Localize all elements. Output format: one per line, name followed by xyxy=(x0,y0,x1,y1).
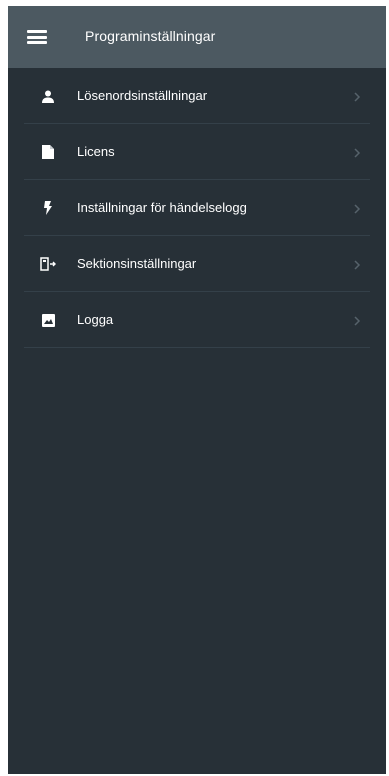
person-icon xyxy=(40,88,56,104)
app-bar: Programinställningar xyxy=(8,6,386,68)
settings-item-license[interactable]: Licens xyxy=(24,124,370,180)
settings-list: Lösenordsinställningar Licens Inställnin… xyxy=(8,68,386,348)
chevron-right-icon xyxy=(352,258,362,270)
chevron-right-icon xyxy=(352,314,362,326)
chevron-right-icon xyxy=(352,202,362,214)
menu-button[interactable] xyxy=(8,6,68,68)
settings-item-password[interactable]: Lösenordsinställningar xyxy=(24,68,370,124)
settings-screen: Programinställningar Lösenordsinställnin… xyxy=(8,6,386,774)
settings-item-label: Logga xyxy=(77,312,114,327)
page-title: Programinställningar xyxy=(85,28,216,44)
chevron-right-icon xyxy=(352,90,362,102)
exit-door-icon xyxy=(40,256,56,272)
settings-item-session[interactable]: Sektionsinställningar xyxy=(24,236,370,292)
settings-item-label: Lösenordsinställningar xyxy=(77,88,208,103)
settings-item-label: Sektionsinställningar xyxy=(77,256,197,271)
settings-item-label: Licens xyxy=(77,144,115,159)
lightning-bolt-icon xyxy=(40,200,56,216)
chevron-right-icon xyxy=(352,146,362,158)
settings-item-log[interactable]: Logga xyxy=(24,292,370,348)
hamburger-menu-icon xyxy=(27,30,47,44)
settings-item-event-log[interactable]: Inställningar för händelselogg xyxy=(24,180,370,236)
settings-item-label: Inställningar för händelselogg xyxy=(77,200,247,215)
document-icon xyxy=(40,144,56,160)
image-icon xyxy=(40,312,56,328)
